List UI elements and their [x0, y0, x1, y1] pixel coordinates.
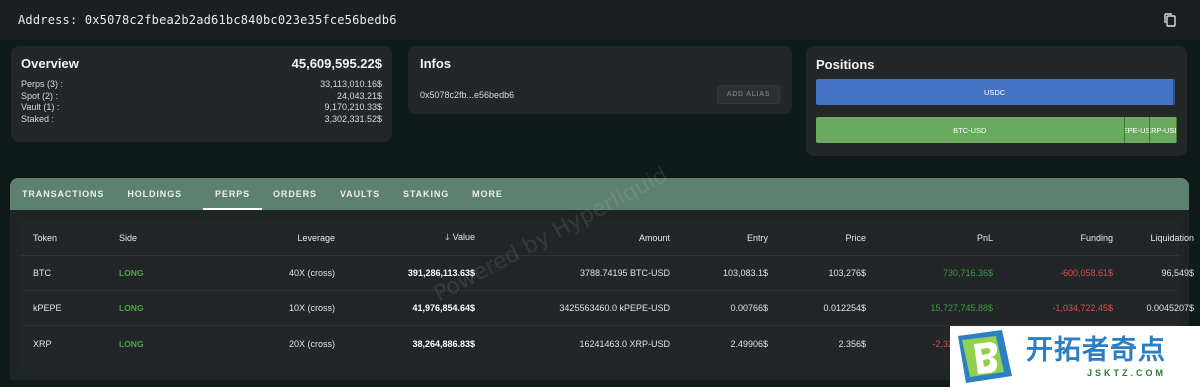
position-segment-usdc[interactable]: USDC	[816, 79, 1176, 105]
badge-domain: JSKTZ.COM	[1086, 367, 1166, 378]
header-entry[interactable]: Entry	[672, 233, 770, 243]
cell-side: LONG	[119, 268, 144, 278]
overview-total: 45,609,595.22$	[291, 56, 382, 71]
header-price[interactable]: Price	[770, 233, 868, 243]
header-token[interactable]: Token	[21, 233, 107, 243]
site-badge: 开拓者奇点 JSKTZ.COM	[950, 326, 1200, 387]
cell-side: LONG	[119, 338, 144, 349]
overview-row-value: 33,113,010.16$	[320, 79, 382, 89]
badge-logo-icon	[950, 326, 1020, 387]
tab-staking[interactable]: STAKING	[403, 178, 461, 210]
tab-perps[interactable]: PERPS	[203, 178, 263, 210]
cell-entry: 2.49906$	[730, 338, 768, 349]
tab-transactions[interactable]: TRANSACTIONS	[22, 178, 116, 210]
header-value: Value	[452, 231, 475, 242]
overview-row-perps: Perps (3) : 33,113,010.16$	[21, 79, 382, 91]
cell-token: XRP	[33, 338, 52, 349]
cell-liquidation: 96,549$	[1161, 268, 1194, 278]
header-value-cell[interactable]: 🡓 Value	[337, 230, 477, 246]
short-address: 0x5078c2fb...e56bedb6	[420, 89, 515, 100]
tab-vaults[interactable]: VAULTS	[340, 178, 392, 210]
cell-funding: -1,034,722.45$	[1052, 303, 1113, 313]
cell-pnl: 730,716.36$	[942, 268, 993, 278]
cell-token: BTC	[33, 268, 51, 278]
tab-orders[interactable]: ORDERS	[273, 178, 329, 210]
overview-row-label: Vault (1) :	[21, 102, 60, 112]
positions-title: Positions	[816, 57, 875, 72]
tab-bar: TRANSACTIONS HOLDINGS PERPS ORDERS VAULT…	[10, 178, 1189, 210]
cell-amount: 3425563460.0 kPEPE-USD	[559, 303, 670, 313]
cell-value: 38,264,886.83$	[412, 338, 475, 349]
table-row[interactable]: BTC LONG 40X (cross) 391,286,113.63$ 378…	[21, 256, 1194, 291]
overview-title: Overview	[21, 56, 79, 71]
positions-card: Positions USDC BTC-USDPEPE-USDXRP-USD	[806, 46, 1187, 156]
wallet-address: Address: 0x5078c2fbea2b2ad61bc840bc023e3…	[18, 13, 397, 27]
position-segment-xrp-usd[interactable]: XRP-USD	[1149, 117, 1177, 143]
cell-price: 0.012254$	[823, 303, 866, 313]
perp-positions-bar: BTC-USDPEPE-USDXRP-USD	[816, 117, 1177, 143]
cell-leverage: 40X (cross)	[288, 268, 335, 278]
tab-holdings[interactable]: HOLDINGS	[127, 178, 194, 210]
position-segment-btc-usd[interactable]: BTC-USD	[816, 117, 1125, 143]
cell-value: 391,286,113.63$	[407, 268, 475, 278]
cell-funding: -600,058.61$	[1059, 268, 1113, 278]
cell-entry: 0.00766$	[730, 303, 768, 313]
cell-value: 41,976,854.64$	[412, 303, 475, 313]
add-alias-button[interactable]: ADD ALIAS	[716, 85, 780, 104]
header-side[interactable]: Side	[107, 233, 217, 243]
cell-amount: 3788.74195 BTC-USD	[579, 268, 670, 278]
badge-name: 开拓者奇点	[1026, 334, 1166, 366]
cell-price: 103,276$	[828, 268, 866, 278]
cell-leverage: 20X (cross)	[288, 338, 335, 349]
cell-amount: 16241463.0 XRP-USD	[579, 338, 670, 349]
cell-liquidation: 0.0045207$	[1146, 303, 1194, 313]
overview-row-value: 9,170,210.33$	[324, 102, 382, 112]
position-segment-pepe-usd[interactable]: PEPE-USD	[1124, 117, 1150, 143]
overview-row-value: 3,302,331.52$	[324, 113, 382, 124]
copy-icon[interactable]	[1162, 12, 1178, 28]
overview-row-value: 24,043.21$	[336, 90, 382, 101]
header-leverage[interactable]: Leverage	[217, 233, 337, 243]
infos-title: Infos	[420, 56, 452, 71]
overview-row-label: Perps (3) :	[21, 79, 64, 89]
tab-more[interactable]: MORE	[472, 178, 515, 210]
overview-card: Overview 45,609,595.22$ Perps (3) : 33,1…	[11, 46, 392, 142]
cell-side: LONG	[119, 303, 144, 313]
address-bar: Address: 0x5078c2fbea2b2ad61bc840bc023e3…	[0, 0, 1200, 40]
header-pnl[interactable]: PnL	[868, 233, 995, 243]
table-header: Token Side Leverage 🡓 Value Amount Entry …	[21, 220, 1194, 256]
header-amount[interactable]: Amount	[477, 233, 672, 243]
overview-row-vault: Vault (1) : 9,170,210.33$	[21, 102, 382, 114]
cell-pnl: 15,727,745.88$	[930, 303, 993, 313]
overview-row-staked: Staked : 3,302,331.52$	[21, 114, 382, 126]
overview-row-label: Spot (2) :	[21, 90, 59, 101]
cell-leverage: 10X (cross)	[288, 303, 335, 313]
spot-positions-bar: USDC	[816, 79, 1177, 105]
overview-row-label: Staked :	[21, 113, 55, 124]
header-funding[interactable]: Funding	[995, 233, 1115, 243]
cell-price: 2.356$	[838, 338, 866, 349]
header-liquidation[interactable]: Liquidation	[1115, 233, 1196, 243]
sort-down-icon: 🡓	[444, 231, 450, 242]
infos-card: Infos 0x5078c2fb...e56bedb6 ADD ALIAS	[408, 46, 792, 114]
cell-token: kPEPE	[33, 303, 62, 313]
table-row[interactable]: kPEPE LONG 10X (cross) 41,976,854.64$ 34…	[21, 291, 1194, 326]
cell-entry: 103,083.1$	[722, 268, 768, 278]
overview-row-spot: Spot (2) : 24,043.21$	[21, 91, 382, 103]
